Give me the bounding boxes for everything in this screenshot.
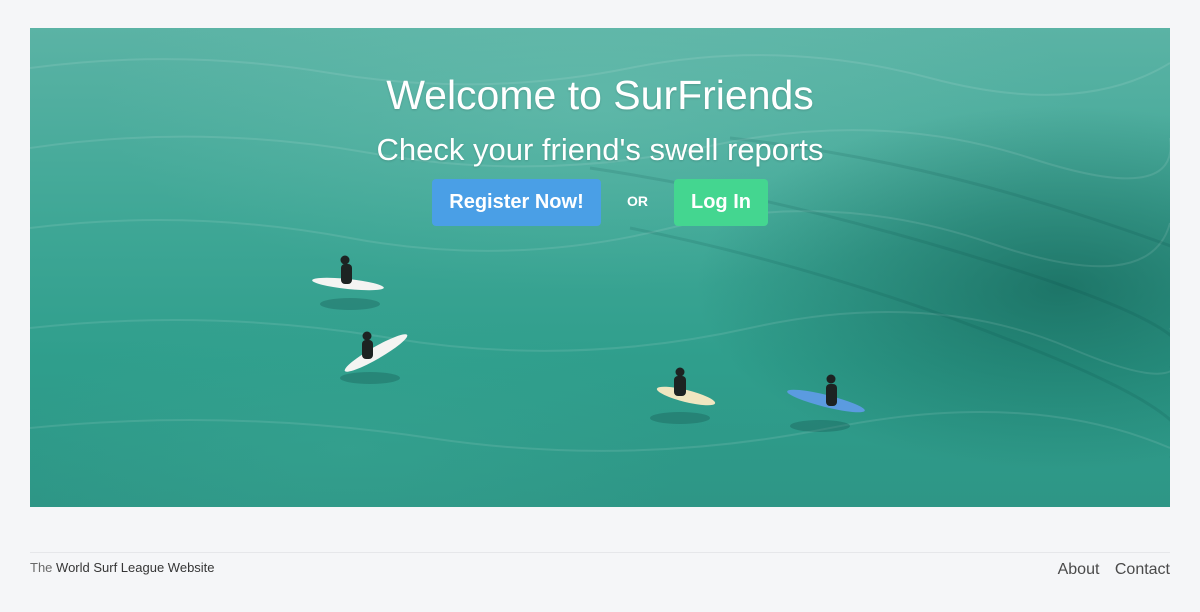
- world-surf-league-link[interactable]: World Surf League Website: [56, 560, 215, 575]
- footer-prefix: The: [30, 560, 53, 575]
- hero-subtitle: Check your friend's swell reports: [376, 132, 824, 167]
- footer: The World Surf League Website About Cont…: [30, 552, 1170, 593]
- footer-credit: The World Surf League Website: [30, 560, 215, 575]
- surfer-one: [312, 255, 384, 310]
- or-separator: OR: [627, 193, 648, 209]
- register-button[interactable]: Register Now!: [432, 179, 601, 226]
- contact-link[interactable]: Contact: [1115, 561, 1170, 578]
- surfer-two: [340, 331, 408, 384]
- surfer-three: [650, 367, 716, 424]
- login-button[interactable]: Log In: [674, 179, 768, 226]
- cta-row: Register Now! OR Log In: [30, 179, 1170, 227]
- hero-banner: Welcome to SurFriends Check your friend'…: [30, 28, 1170, 507]
- footer-nav: About Contact: [1047, 561, 1170, 579]
- hero-title: Welcome to SurFriends: [386, 72, 814, 118]
- about-link[interactable]: About: [1058, 561, 1100, 578]
